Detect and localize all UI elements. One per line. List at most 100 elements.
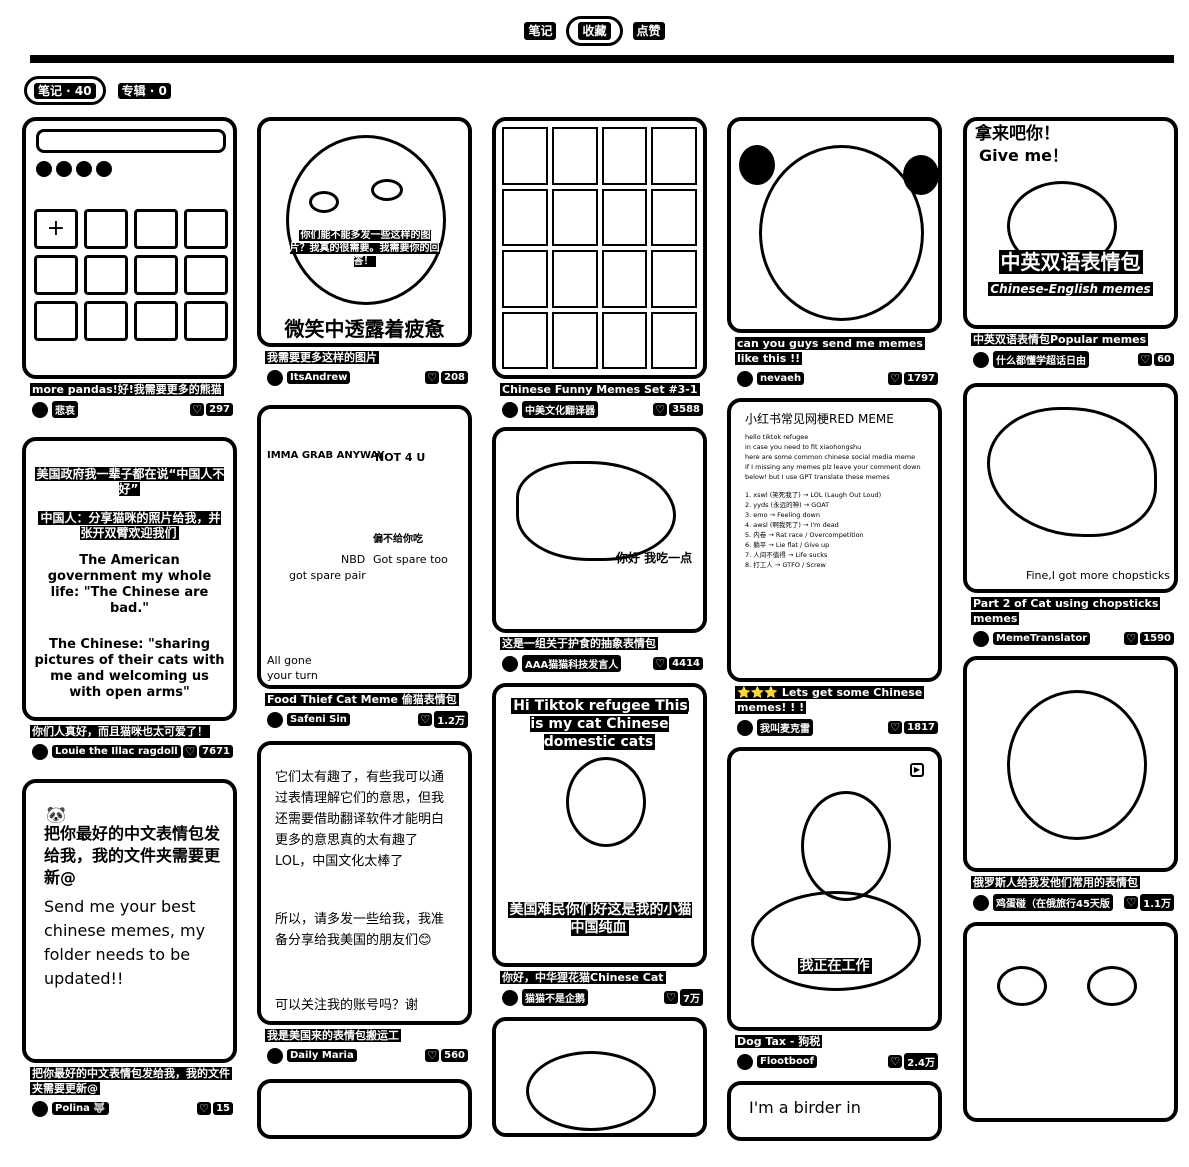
like-button[interactable]: ♡ 4414	[653, 657, 703, 670]
like-button[interactable]: ♡ 7671	[183, 745, 233, 758]
like-button[interactable]: ♡ 2.4万	[888, 1053, 938, 1070]
list-item: 8. 打工人 → GTFO / Screw	[745, 561, 826, 569]
note-meta: ItsAndrew ♡ 208	[257, 365, 474, 387]
note-author[interactable]: Safeni Sin	[267, 711, 350, 728]
like-button[interactable]: ♡ 7万	[664, 989, 703, 1006]
note-thumbnail[interactable]	[963, 656, 1178, 872]
note-thumbnail[interactable]: 你们能不能多发一些这样的图片？我真的很需要。我需要你的回答！ 微笑中透露着疲惫	[257, 117, 472, 347]
tab-collect[interactable]: 收藏	[566, 16, 623, 46]
note-title[interactable]: 你们人真好，而且猫咪也太可爱了！	[22, 724, 239, 739]
note-title[interactable]: Chinese Funny Memes Set #3-1	[492, 382, 709, 397]
note-thumbnail[interactable]	[727, 117, 942, 333]
like-button[interactable]: ♡ 1797	[888, 372, 938, 385]
subtab-albums[interactable]: 专辑 · 0	[117, 82, 171, 99]
like-button[interactable]: ♡ 1.2万	[418, 711, 468, 728]
note-thumbnail[interactable]: Fine,I got more chopsticks	[963, 383, 1178, 593]
note-card[interactable]: + more pandas!好!我需要更多的熊猫 悲哀 ♡ 297	[22, 117, 239, 419]
note-card[interactable]: 它们太有趣了，有些我可以通过表情理解它们的意思，但我还需要借助翻译软件才能明白更…	[257, 741, 474, 1065]
like-button[interactable]: ♡ 15	[197, 1102, 233, 1115]
note-author[interactable]: 猫猫不是企鹅	[502, 989, 588, 1006]
note-card[interactable]: Chinese Funny Memes Set #3-1 中美文化翻译器 ♡ 35…	[492, 117, 709, 419]
phone-icon-row	[36, 161, 226, 181]
note-thumbnail[interactable]: IMMA GRAB ANYWAY NOT 4 U 偏不给你吃 NBD Got s…	[257, 405, 472, 689]
note-title[interactable]: Food Thief Cat Meme 偷猫表情包	[257, 692, 474, 707]
note-thumbnail[interactable]: ▶ 我正在工作	[727, 747, 942, 1031]
note-author[interactable]: 什么都懂学超话日由	[973, 351, 1089, 368]
note-thumbnail[interactable]: 美国政府我一辈子都在说“中国人不好” 中国人：分享猫咪的照片给我，并张开双臂欢迎…	[22, 437, 237, 721]
note-thumbnail[interactable]: 小红书常见网梗RED MEME hello tiktok refugee in …	[727, 398, 942, 682]
note-card[interactable]: can you guys send me memes like this !! …	[727, 117, 944, 388]
note-title[interactable]: 中英双语表情包Popular memes	[963, 332, 1180, 347]
note-title[interactable]: ⭐⭐⭐ Lets get some Chinese memes! ! !	[727, 685, 944, 715]
note-title[interactable]: 把你最好的中文表情包发给我，我的文件夹需要更新@	[22, 1066, 239, 1096]
note-card[interactable]: 你们能不能多发一些这样的图片？我真的很需要。我需要你的回答！ 微笑中透露着疲惫 …	[257, 117, 474, 387]
like-count: 1817	[904, 721, 938, 734]
note-thumbnail[interactable]	[963, 922, 1178, 1122]
tab-notes[interactable]: 笔记	[524, 22, 557, 40]
like-button[interactable]: ♡ 3588	[653, 403, 703, 416]
note-author[interactable]: Polina 🐺	[32, 1100, 109, 1117]
note-author[interactable]: Daily Maria	[267, 1047, 357, 1064]
tab-likes[interactable]: 点赞	[632, 22, 665, 40]
note-author[interactable]: ItsAndrew	[267, 369, 351, 386]
overlay-text: IMMA GRAB ANYWAY	[267, 450, 385, 461]
note-author[interactable]: Flootboof	[737, 1053, 818, 1070]
note-thumbnail[interactable]: I'm a birder in	[727, 1081, 942, 1141]
note-card[interactable]	[963, 922, 1180, 1122]
note-card[interactable]: ▶ Hi Tiktok refugee This is my cat Chine…	[492, 683, 709, 1007]
note-author[interactable]: 鸡蛋碰（在俄旅行45天版	[973, 894, 1113, 911]
note-author[interactable]: 悲哀	[32, 401, 78, 418]
note-thumbnail[interactable]: 拿来吧你！ Give me！ 中英双语表情包 Chinese-English m…	[963, 117, 1178, 329]
note-title[interactable]: Part 2 of Cat using chopsticks memes	[963, 596, 1180, 626]
note-card[interactable]: Fine,I got more chopsticks Part 2 of Cat…	[963, 383, 1180, 648]
note-title[interactable]: 这是一组关于护食的抽象表情包	[492, 636, 709, 651]
note-thumbnail[interactable]: 🐼 把你最好的中文表情包发给我，我的文件夹需要更新@ Send me your …	[22, 779, 237, 1063]
like-button[interactable]: ♡ 60	[1138, 353, 1174, 366]
note-thumbnail[interactable]	[492, 1017, 707, 1137]
heart-icon: ♡	[197, 1102, 212, 1115]
subtab-notes-label: 笔记 · 40	[34, 83, 96, 99]
note-thumbnail[interactable]: 它们太有趣了，有些我可以通过表情理解它们的意思，但我还需要借助翻译软件才能明白更…	[257, 741, 472, 1025]
note-card[interactable]: I'm a birder in	[727, 1081, 944, 1141]
note-card[interactable]	[257, 1079, 474, 1139]
like-button[interactable]: ♡ 297	[190, 403, 233, 416]
note-title[interactable]: 我需要更多这样的图片	[257, 350, 474, 365]
list-item: 3. emo → Feeling down	[745, 511, 820, 519]
note-author[interactable]: nevaeh	[737, 370, 805, 387]
note-card[interactable]	[492, 1017, 709, 1137]
note-author[interactable]: 我叫麦克雷	[737, 719, 813, 736]
subtab-notes[interactable]: 笔记 · 40	[24, 76, 106, 105]
like-button[interactable]: ♡ 560	[425, 1049, 468, 1062]
note-author[interactable]: AAA猫猫科技发言人	[502, 655, 622, 672]
note-title[interactable]: can you guys send me memes like this !!	[727, 336, 944, 366]
note-author[interactable]: Louie the Illac ragdoll	[32, 743, 181, 760]
note-card[interactable]: 小红书常见网梗RED MEME hello tiktok refugee in …	[727, 398, 944, 737]
note-title[interactable]: 你好，中华狸花猫Chinese Cat	[492, 970, 709, 985]
like-button[interactable]: ♡ 1.1万	[1124, 894, 1174, 911]
note-thumbnail[interactable]: +	[22, 117, 237, 379]
note-title[interactable]: more pandas!好!我需要更多的熊猫	[22, 382, 239, 397]
note-author[interactable]: 中美文化翻译器	[502, 401, 598, 418]
like-count: 7万	[680, 989, 703, 1006]
note-card[interactable]: 🐼 把你最好的中文表情包发给我，我的文件夹需要更新@ Send me your …	[22, 779, 239, 1118]
note-thumbnail[interactable]: ▶ Hi Tiktok refugee This is my cat Chine…	[492, 683, 707, 967]
panda-ear	[739, 145, 775, 185]
note-card[interactable]: ▶ 我正在工作 Dog Tax - 狗税 Flootboof ♡ 2.4万	[727, 747, 944, 1071]
note-card[interactable]: 俄罗斯人给我发他们常用的表情包 鸡蛋碰（在俄旅行45天版 ♡ 1.1万	[963, 656, 1180, 912]
overlay-text: 我正在工作	[797, 958, 872, 974]
note-card[interactable]: IMMA GRAB ANYWAY NOT 4 U 偏不给你吃 NBD Got s…	[257, 405, 474, 729]
note-card[interactable]: 你好 我吃一点 这是一组关于护食的抽象表情包 AAA猫猫科技发言人 ♡ 4414	[492, 427, 709, 673]
note-thumbnail[interactable]	[257, 1079, 472, 1139]
note-title[interactable]: 俄罗斯人给我发他们常用的表情包	[963, 875, 1180, 890]
like-button[interactable]: ♡ 208	[425, 371, 468, 384]
note-thumbnail[interactable]	[492, 117, 707, 379]
like-count: 60	[1154, 353, 1174, 366]
note-title[interactable]: 我是美国来的表情包搬运工	[257, 1028, 474, 1043]
note-author[interactable]: MemeTranslator	[973, 630, 1091, 647]
note-card[interactable]: 拿来吧你！ Give me！ 中英双语表情包 Chinese-English m…	[963, 117, 1180, 369]
note-card[interactable]: 美国政府我一辈子都在说“中国人不好” 中国人：分享猫咪的照片给我，并张开双臂欢迎…	[22, 437, 239, 761]
note-title[interactable]: Dog Tax - 狗税	[727, 1034, 944, 1049]
note-thumbnail[interactable]: 你好 我吃一点	[492, 427, 707, 633]
like-button[interactable]: ♡ 1590	[1124, 632, 1174, 645]
like-button[interactable]: ♡ 1817	[888, 721, 938, 734]
